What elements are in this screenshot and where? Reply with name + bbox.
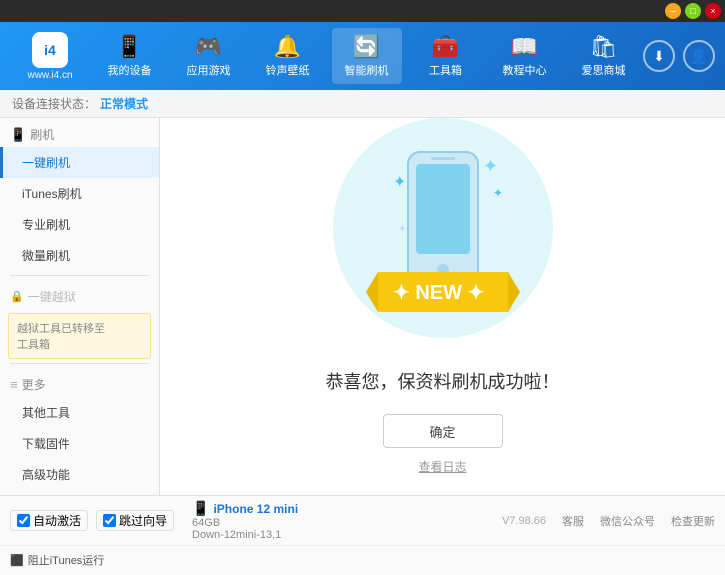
sidebar-section-more: ≡ 更多 [0, 368, 159, 397]
confirm-button[interactable]: 确定 [383, 414, 503, 448]
sidebar-divider-1 [10, 275, 149, 276]
bottom-left: 自动激活 跳过向导 📱 iPhone 12 mini 64GB Down-12m… [10, 500, 502, 541]
header: i4 www.i4.cn 📱 我的设备 🎮 应用游戏 🔔 铃声壁纸 🔄 智能刷机… [0, 22, 725, 90]
sidebar-item-advanced[interactable]: 高级功能 [0, 459, 159, 490]
toolbox-icon: 🧰 [432, 34, 459, 60]
bottom-row1: 自动激活 跳过向导 📱 iPhone 12 mini 64GB Down-12m… [0, 496, 725, 546]
nav-toolbox[interactable]: 🧰 工具箱 [411, 28, 481, 84]
music-icon: 🔔 [274, 34, 301, 60]
lock-icon: 🔒 [10, 290, 24, 303]
phone-icon: 📱 [116, 34, 143, 60]
sidebar-item-other-tools[interactable]: 其他工具 [0, 397, 159, 428]
download-button[interactable]: ⬇ [643, 40, 675, 72]
device-phone-icon: 📱 [192, 500, 209, 517]
success-title: 恭喜您，保资料刷机成功啦！ [326, 368, 560, 394]
svg-text:✦: ✦ [493, 186, 503, 200]
nav-store-label: 爱思商城 [582, 62, 626, 78]
user-button[interactable]: 👤 [683, 40, 715, 72]
logo-text: www.i4.cn [27, 70, 72, 81]
phone-small-icon: 📱 [10, 127, 26, 143]
content-area: ✦ ✦ ✦ ✦ ✦ NEW ✦ 恭喜您，保资料刷机成功啦！ 确定 [160, 118, 725, 495]
bottom-area: 自动激活 跳过向导 📱 iPhone 12 mini 64GB Down-12m… [0, 495, 725, 575]
sidebar-item-micro-flash[interactable]: 微量刷机 [0, 240, 159, 271]
status-label: 设备连接状态： [12, 95, 96, 112]
sidebar-item-pro-flash[interactable]: 专业刷机 [0, 209, 159, 240]
minimize-button[interactable]: ─ [665, 3, 681, 19]
nav-tutorial-label: 教程中心 [503, 62, 547, 78]
customer-service-link[interactable]: 客服 [562, 513, 584, 529]
header-actions: ⬇ 👤 [643, 40, 715, 72]
sidebar-section-flash: 📱 刷机 [0, 118, 159, 147]
device-info: 📱 iPhone 12 mini 64GB Down-12mini-13,1 [192, 500, 298, 541]
nav-my-device[interactable]: 📱 我的设备 [95, 28, 165, 84]
flash-icon: 🔄 [353, 34, 380, 60]
sidebar: 📱 刷机 一键刷机 iTunes刷机 专业刷机 微量刷机 🔒 一键越狱 越狱工具… [0, 118, 160, 495]
itunes-icon: ⬛ [10, 554, 24, 567]
history-link[interactable]: 查看日志 [418, 458, 466, 475]
svg-text:✦: ✦ [393, 174, 406, 191]
check-update-link[interactable]: 检查更新 [671, 513, 715, 529]
nav-ringtones[interactable]: 🔔 铃声壁纸 [253, 28, 323, 84]
itunes-status[interactable]: 阻止iTunes运行 [28, 552, 105, 568]
nav-tutorial[interactable]: 📖 教程中心 [490, 28, 560, 84]
status-bar: 设备连接状态： 正常模式 [0, 90, 725, 118]
auto-activate-input[interactable] [17, 514, 30, 527]
phone-graphic: ✦ ✦ ✦ ✦ ✦ NEW ✦ [343, 142, 543, 365]
device-version: Down-12mini-13,1 [192, 529, 298, 541]
sidebar-item-itunes-flash[interactable]: iTunes刷机 [0, 178, 159, 209]
logo[interactable]: i4 www.i4.cn [10, 32, 90, 81]
auto-activate-checkbox[interactable]: 自动激活 [10, 510, 88, 531]
svg-text:✦ NEW ✦: ✦ NEW ✦ [393, 282, 484, 304]
maximize-button[interactable]: □ [685, 3, 701, 19]
bottom-row2: ⬛ 阻止iTunes运行 [0, 546, 725, 574]
device-storage: 64GB [192, 517, 298, 529]
close-button[interactable]: × [705, 3, 721, 19]
sidebar-jailbreak-warning: 越狱工具已转移至工具箱 [8, 313, 151, 359]
apps-icon: 🎮 [195, 34, 222, 60]
main-area: 📱 刷机 一键刷机 iTunes刷机 专业刷机 微量刷机 🔒 一键越狱 越狱工具… [0, 118, 725, 495]
nav-apps-games[interactable]: 🎮 应用游戏 [174, 28, 244, 84]
nav-my-device-label: 我的设备 [108, 62, 152, 78]
nav-apps-label: 应用游戏 [187, 62, 231, 78]
sidebar-section-jailbreak: 🔒 一键越狱 [0, 280, 159, 309]
logo-icon: i4 [32, 32, 68, 68]
nav-smart-flash[interactable]: 🔄 智能刷机 [332, 28, 402, 84]
version-label: V7.98.66 [502, 515, 546, 527]
tutorial-icon: 📖 [511, 34, 538, 60]
nav-ringtones-label: 铃声壁纸 [266, 62, 310, 78]
skip-wizard-checkbox[interactable]: 跳过向导 [96, 510, 174, 531]
store-icon: 🛍 [590, 34, 618, 60]
svg-text:✦: ✦ [398, 224, 406, 235]
itunes-status-wrapper: ⬛ 阻止iTunes运行 [10, 552, 104, 568]
nav-smart-flash-label: 智能刷机 [345, 62, 389, 78]
sidebar-item-download-firmware[interactable]: 下载固件 [0, 428, 159, 459]
more-icon: ≡ [10, 377, 18, 392]
status-value: 正常模式 [100, 95, 148, 112]
nav-bar: 📱 我的设备 🎮 应用游戏 🔔 铃声壁纸 🔄 智能刷机 🧰 工具箱 📖 教程中心… [90, 28, 643, 84]
wechat-link[interactable]: 微信公众号 [600, 513, 655, 529]
bottom-right: V7.98.66 客服 微信公众号 检查更新 [502, 513, 715, 529]
svg-text:✦: ✦ [483, 156, 498, 176]
nav-toolbox-label: 工具箱 [429, 62, 462, 78]
nav-store[interactable]: 🛍 爱思商城 [569, 28, 639, 84]
title-bar: ─ □ × [0, 0, 725, 22]
skip-wizard-input[interactable] [103, 514, 116, 527]
illustration: ✦ ✦ ✦ ✦ ✦ NEW ✦ [313, 138, 573, 368]
sidebar-divider-2 [10, 363, 149, 364]
sidebar-item-one-click-flash[interactable]: 一键刷机 [0, 147, 159, 178]
device-name: iPhone 12 mini [213, 502, 298, 516]
